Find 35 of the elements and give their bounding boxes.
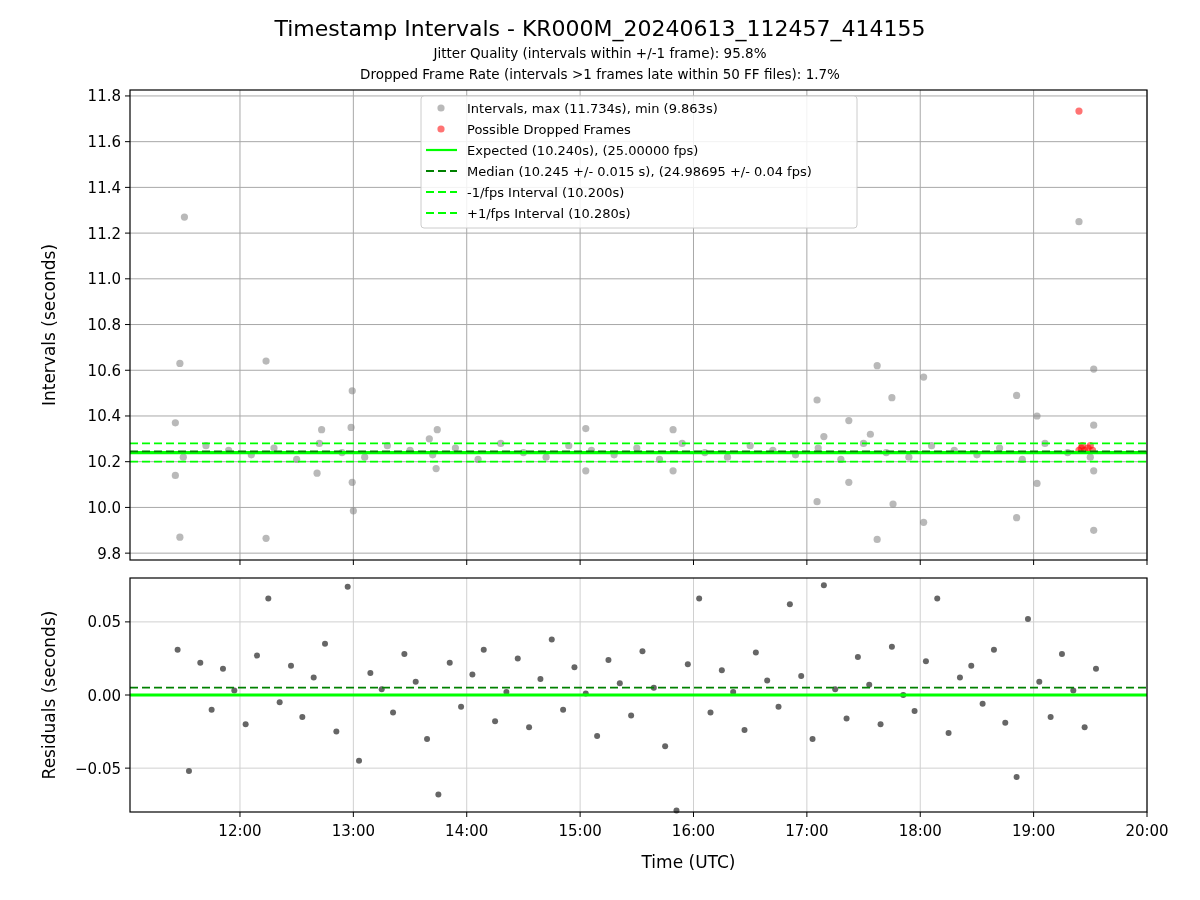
y-tick-label: 10.8 xyxy=(87,316,121,335)
y-axis-label: Residuals (seconds) xyxy=(39,610,59,780)
x-tick-label: 14:00 xyxy=(445,822,489,840)
legend-label: Intervals, max (11.734s), min (9.863s) xyxy=(467,100,718,116)
legend-label: Possible Dropped Frames xyxy=(467,121,631,137)
y-tick-label: −0.05 xyxy=(75,759,121,778)
y-axis-label: Intervals (seconds) xyxy=(39,243,59,407)
y-tick-label: 10.4 xyxy=(87,407,121,426)
x-tick-label: 15:00 xyxy=(558,822,602,840)
x-tick-label: 19:00 xyxy=(1012,822,1056,840)
y-tick-label: 10.6 xyxy=(87,361,121,380)
legend-label: +1/fps Interval (10.280s) xyxy=(467,205,631,221)
x-tick-label: 16:00 xyxy=(671,822,716,840)
y-tick-label: 0.05 xyxy=(87,613,121,632)
y-tick-label: 11.2 xyxy=(87,224,121,243)
chart-title: Timestamp Intervals - KR000M_20240613_112457_414155 xyxy=(274,15,926,43)
legend-label: Expected (10.240s), (25.00000 fps) xyxy=(467,142,699,158)
chart-subtitle: Dropped Frame Rate (intervals >1 frames late within 50 FF files): 1.7% xyxy=(360,65,840,84)
legend-label: Median (10.245 +/- 0.015 s), (24.98695 +/- 0.04 fps) xyxy=(467,163,812,179)
y-tick-label: 10.0 xyxy=(87,498,121,517)
y-tick-label: 0.00 xyxy=(87,686,121,705)
y-tick-label: 11.8 xyxy=(87,88,121,106)
chart-subtitle: Jitter Quality (intervals within +/-1 frame): 95.8% xyxy=(433,44,767,63)
x-tick-label: 17:00 xyxy=(785,822,829,840)
x-axis-label: Time (UTC) xyxy=(641,852,736,872)
x-tick-label: 13:00 xyxy=(331,822,375,840)
y-tick-label: 9.8 xyxy=(97,544,121,563)
x-tick-label: 18:00 xyxy=(898,822,942,840)
y-tick-label: 11.4 xyxy=(87,178,121,197)
y-tick-label: 11.0 xyxy=(87,270,121,289)
x-tick-label: 12:00 xyxy=(218,822,262,840)
y-tick-label: 11.6 xyxy=(87,133,121,152)
legend-label: -1/fps Interval (10.200s) xyxy=(467,184,625,200)
x-tick-label: 20:00 xyxy=(1125,822,1169,840)
y-tick-label: 10.2 xyxy=(87,453,121,472)
